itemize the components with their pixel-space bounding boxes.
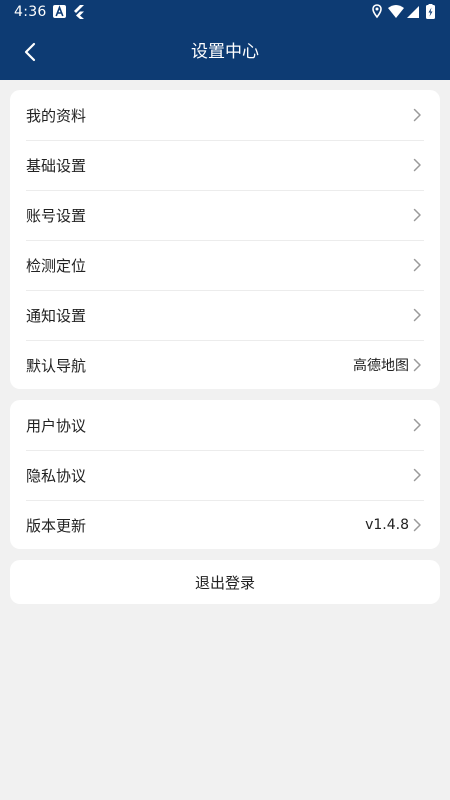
chevron-right-icon [413, 308, 421, 322]
app-header: 4:36 设置中心 [0, 0, 450, 80]
row-notification-settings[interactable]: 通知设置 [10, 290, 440, 340]
row-privacy-agreement[interactable]: 隐私协议 [10, 450, 440, 500]
row-label: 通知设置 [26, 306, 87, 325]
location-icon [372, 4, 382, 19]
row-account-settings[interactable]: 账号设置 [10, 190, 440, 240]
default-navigation-value: 高德地图 [353, 358, 409, 374]
nav-bar: 设置中心 [0, 24, 450, 80]
status-time: 4:36 [14, 4, 47, 20]
row-my-profile[interactable]: 我的资料 [10, 90, 440, 140]
flutter-app-icon [74, 5, 84, 19]
row-label: 用户协议 [26, 416, 87, 435]
row-label: 账号设置 [26, 206, 87, 225]
battery-icon [426, 4, 435, 19]
system-status-icons [372, 4, 435, 19]
chevron-right-icon [413, 108, 421, 122]
version-value: v1.4.8 [365, 517, 409, 533]
wifi-icon [388, 5, 404, 18]
chevron-right-icon [413, 258, 421, 272]
row-detect-location[interactable]: 检测定位 [10, 240, 440, 290]
chevron-right-icon [413, 468, 421, 482]
notification-icons [53, 5, 84, 19]
chevron-right-icon [413, 418, 421, 432]
page-title: 设置中心 [191, 42, 259, 62]
row-version-update[interactable]: 版本更新 v1.4.8 [10, 500, 440, 549]
row-label: 隐私协议 [26, 466, 87, 485]
chevron-right-icon [413, 158, 421, 172]
logout-button[interactable]: 退出登录 [10, 560, 440, 604]
row-user-agreement[interactable]: 用户协议 [10, 400, 440, 450]
logout-label: 退出登录 [194, 573, 255, 592]
status-bar: 4:36 [0, 0, 450, 24]
row-basic-settings[interactable]: 基础设置 [10, 140, 440, 190]
row-label: 我的资料 [26, 106, 87, 125]
chevron-right-icon [413, 358, 421, 372]
settings-card-about: 用户协议 隐私协议 版本更新 v1.4.8 [10, 400, 440, 549]
row-label: 默认导航 [26, 356, 87, 375]
chevron-right-icon [413, 518, 421, 532]
chevron-right-icon [413, 208, 421, 222]
settings-card-main: 我的资料 基础设置 账号设置 检测定位 通知设置 默认导航 高德地图 [10, 90, 440, 389]
row-label: 检测定位 [26, 256, 87, 275]
row-label: 版本更新 [26, 516, 87, 535]
row-default-navigation[interactable]: 默认导航 高德地图 [10, 340, 440, 389]
row-label: 基础设置 [26, 156, 87, 175]
signal-icon [407, 6, 419, 18]
font-app-icon [53, 5, 66, 18]
